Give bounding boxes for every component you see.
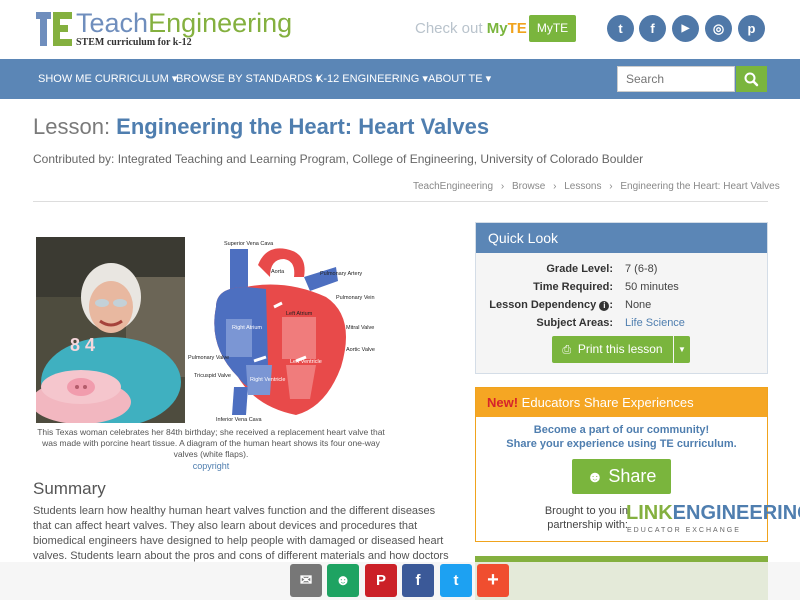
contributed-by: Contributed by: Integrated Teaching and … [33,152,644,166]
pinterest-icon[interactable]: p [738,15,765,42]
label-pulmonary-vein: Pulmonary Vein [336,295,375,301]
users-icon: ☻ [586,469,604,486]
instagram-icon[interactable]: ◎ [705,15,732,42]
linkengineering-logo[interactable]: LINKENGINEERING EDUCATOR EXCHANGE [626,502,800,536]
more-share-icon[interactable]: + [477,564,509,597]
label-pulmonary-valve: Pulmonary Valve [188,355,229,361]
myte-button[interactable]: MyTE [529,15,576,42]
figure-caption: This Texas woman celebrates her 84th bir… [37,427,385,459]
te-logo-mark-icon [36,12,72,46]
community-share-icon[interactable]: ☻ [327,564,359,597]
print-options-dropdown[interactable]: ▼ [674,336,690,363]
quick-look-panel: Quick Look Grade Level: 7 (6-8) Time Req… [475,222,768,374]
summary-text: Students learn how healthy human heart v… [33,505,449,562]
nav-browse-by-standards[interactable]: BROWSE BY STANDARDS ▾ [176,72,321,85]
label-aorta: Aorta [271,269,285,275]
quick-look-row: Grade Level: 7 (6-8) [476,263,768,277]
twitter-share-icon[interactable]: t [440,564,472,597]
search-icon [744,72,759,87]
label-aortic-valve: Aortic Valve [346,347,375,353]
grade-level-value: 7 (6-8) [625,263,658,275]
label-pulmonary-artery: Pulmonary Artery [320,271,362,277]
quick-look-row: Lesson Dependency i: None [476,299,768,313]
divider [33,201,768,202]
summary-heading: Summary [33,479,106,498]
cake-candles-label: 8 4 [70,335,95,355]
nav-k12-engineering[interactable]: K-12 ENGINEERING ▾ [316,72,428,85]
label-inferior-vena-cava: Inferior Vena Cava [216,417,262,423]
share-button[interactable]: ☻ Share [572,459,671,494]
logo-wordmark: TeachEngineering [76,8,293,38]
pinterest-share-icon[interactable]: P [365,564,397,597]
email-share-icon[interactable]: ✉ [290,564,322,597]
label-right-ventricle: Right Ventricle [250,377,285,383]
quick-look-row: Subject Areas: Life Science [476,317,768,331]
breadcrumb-link-teachengineering[interactable]: TeachEngineering [413,181,493,192]
label-mitral-valve: Mitral Valve [346,325,374,331]
grade-level-label: Grade Level: [546,263,613,275]
nav-about-te[interactable]: ABOUT TE ▾ [428,72,491,85]
search-button[interactable] [736,66,767,92]
label-left-ventricle: Left Ventricle [290,359,322,365]
educators-share-panel: New! Educators Share Experiences Become … [475,387,800,542]
label-right-atrium: Right Atrium [232,325,262,331]
facebook-share-icon[interactable]: f [402,564,434,597]
subject-area-link[interactable]: Life Science [625,317,685,329]
copyright-link[interactable]: copyright [36,461,386,471]
caret-down-icon: ▼ [678,345,686,354]
info-icon[interactable]: i [599,301,610,311]
checkout-myte-text: Check out MyTE [415,20,527,37]
youtube-icon[interactable]: ▶ [672,15,699,42]
chevron-down-icon: ▾ [485,73,492,85]
birthday-photo: 8 4 [36,237,185,423]
birthday-woman-image: 8 4 [36,237,185,423]
educators-share-title: New! Educators Share Experiences [476,388,767,417]
share-experience-text: Share your experience using TE curriculu… [506,438,737,450]
time-required-value: 50 minutes [625,281,679,293]
label-left-atrium: Left Atrium [286,311,313,317]
facebook-icon[interactable]: f [639,15,666,42]
breadcrumb: TeachEngineering › Browse › Lessons › En… [413,181,780,192]
community-invite-text: Become a part of our community! [533,424,710,436]
site-header: TeachEngineering STEM curriculum for k-1… [0,0,800,58]
page-title: Lesson: Engineering the Heart: Heart Val… [33,114,490,139]
quick-look-row: Time Required: 50 minutes [476,281,768,295]
nav-show-me-curriculum[interactable]: SHOW ME CURRICULUM ▾ [38,72,177,85]
label-tricuspid-valve: Tricuspid Valve [194,373,231,379]
print-lesson-button[interactable]: ⎙ Print this lesson [552,336,673,363]
heart-diagram: Superior Vena Cava Aorta Pulmonary Arter… [186,237,386,423]
breadcrumb-link-browse[interactable]: Browse [512,181,545,192]
share-bar [0,562,800,600]
teachengineering-logo[interactable]: TeachEngineering STEM curriculum for k-1… [36,8,296,50]
search-input[interactable] [617,66,735,92]
logo-tagline: STEM curriculum for k-12 [76,37,192,48]
breadcrumb-link-lessons[interactable]: Lessons [564,181,601,192]
partnership-text: Brought to you in partnership with: [544,505,628,531]
lesson-dependency-value: None [625,299,652,311]
quick-look-title: Quick Look [476,223,767,253]
label-superior-vena-cava: Superior Vena Cava [224,241,274,247]
subject-areas-label: Subject Areas: [536,317,613,329]
breadcrumb-current: Engineering the Heart: Heart Valves [620,181,780,192]
heart-diagram-svg: Superior Vena Cava Aorta Pulmonary Arter… [188,241,375,423]
time-required-label: Time Required: [533,281,613,293]
lesson-dependency-label: Lesson Dependency i: [489,299,613,311]
printer-icon: ⎙ [562,344,572,356]
twitter-icon[interactable]: t [607,15,634,42]
